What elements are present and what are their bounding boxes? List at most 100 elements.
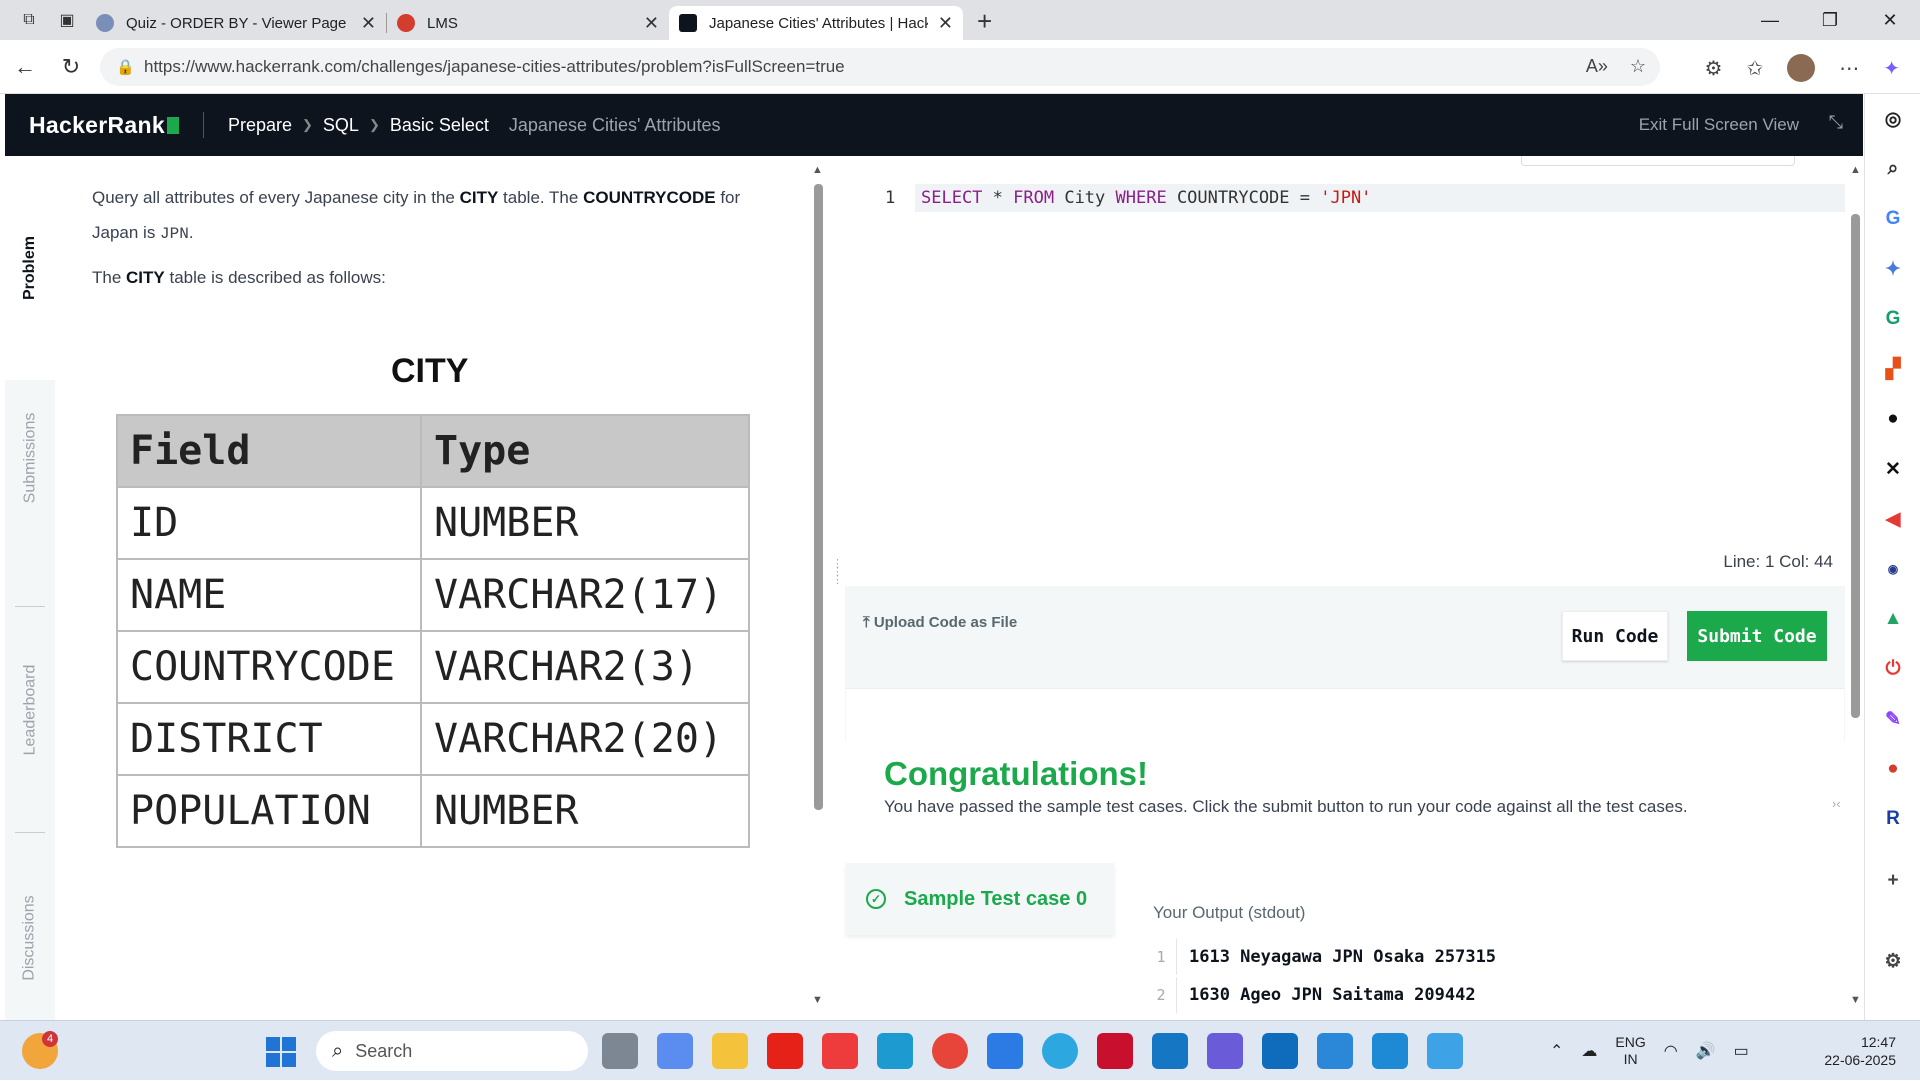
code-line[interactable]: SELECT * FROM City WHERE COUNTRYCODE = '… (915, 184, 1845, 212)
google-icon[interactable]: G (1865, 194, 1920, 244)
taskbar-search[interactable]: ⌕ Search (316, 1031, 588, 1071)
maps-icon[interactable] (1152, 1033, 1188, 1069)
start-button[interactable] (266, 1037, 296, 1067)
add-sidebar-icon[interactable]: + (1865, 856, 1920, 906)
paint-icon[interactable] (1427, 1033, 1463, 1069)
language-indicator[interactable]: ENG IN (1615, 1034, 1645, 1068)
r-app-icon[interactable]: R (1865, 794, 1920, 844)
scroll-down-icon[interactable]: ▼ (1850, 994, 1861, 1006)
pen-app-icon[interactable]: ✎ (1865, 694, 1920, 744)
browser-tab-quiz[interactable]: Quiz - ORDER BY - Viewer Page | I ✕ (86, 6, 386, 40)
collapse-fullscreen-icon[interactable]: ⤡ (1829, 112, 1843, 133)
chevron-right-icon: ❯ (368, 117, 380, 132)
wifi-icon[interactable]: ◠ (1664, 1041, 1678, 1061)
breadcrumb-basic-select[interactable]: Basic Select (390, 115, 489, 136)
edge-icon[interactable] (877, 1033, 913, 1069)
tab-problem[interactable]: Problem (5, 156, 55, 380)
office-icon[interactable]: ▞ (1865, 344, 1920, 394)
more-menu-icon[interactable]: ⋯ (1839, 56, 1859, 81)
settings-gear-icon[interactable]: ⚙ (1865, 936, 1920, 986)
exit-fullscreen-link[interactable]: Exit Full Screen View (1639, 115, 1799, 135)
tab-submissions[interactable]: Submissions (5, 380, 55, 536)
tab-leaderboard[interactable]: Leaderboard (5, 626, 55, 794)
gemini-icon[interactable]: ✦ (1865, 244, 1920, 294)
taskbar-clock[interactable]: 12:47 22-06-2025 (1824, 1033, 1896, 1069)
profile-avatar[interactable] (1787, 54, 1816, 82)
expand-panel-icon[interactable]: ›‹ (1832, 796, 1841, 811)
upload-code-button[interactable]: ⤒ Upload Code as File (863, 614, 1017, 631)
close-tab-icon[interactable]: ✕ (644, 13, 659, 34)
editor-scrollbar[interactable]: ▲ ▼ (1848, 160, 1864, 1020)
favorite-star-icon[interactable]: ☆ (1630, 56, 1646, 77)
mic-app-icon[interactable]: ◉ (1865, 544, 1920, 594)
refresh-icon[interactable]: ↻ (48, 54, 94, 80)
language-select[interactable] (1521, 156, 1795, 166)
scrollbar-thumb[interactable] (1851, 214, 1860, 718)
chatgpt-icon[interactable]: ◎ (1865, 94, 1920, 144)
lms-sidebar-icon[interactable]: ● (1865, 744, 1920, 794)
help-icon[interactable] (1042, 1033, 1078, 1069)
drive-icon[interactable]: ▲ (1865, 594, 1920, 644)
power-app-icon[interactable]: ⏻ (1865, 644, 1920, 694)
maximize-icon[interactable]: ❐ (1800, 0, 1860, 40)
chevron-up-icon[interactable]: ⌃ (1550, 1041, 1563, 1061)
new-tab-button[interactable]: + (977, 6, 992, 37)
breadcrumb-prepare[interactable]: Prepare (228, 115, 292, 136)
file-explorer-icon[interactable] (712, 1033, 748, 1069)
browser-tab-bar: ⧉ ▣ Quiz - ORDER BY - Viewer Page | I ✕ … (0, 0, 1920, 40)
workspaces-icon[interactable]: ⧉ (10, 0, 48, 40)
read-aloud-icon[interactable]: A» (1586, 56, 1608, 77)
extensions-icon[interactable]: ⚙ (1705, 56, 1723, 81)
scroll-down-icon[interactable]: ▼ (812, 994, 823, 1006)
grammarly-icon[interactable]: G (1865, 294, 1920, 344)
problem-description: Query all attributes of every Japanese c… (92, 188, 741, 243)
github-icon[interactable]: ● (1865, 394, 1920, 444)
onedrive-icon[interactable]: ☁ (1581, 1041, 1597, 1061)
check-circle-icon: ✓ (866, 889, 886, 909)
task-view-icon[interactable] (602, 1033, 638, 1069)
arrow-app-icon[interactable]: ◀ (1865, 494, 1920, 544)
x-icon[interactable]: ✕ (1865, 444, 1920, 494)
sample-test-case-tab[interactable]: ✓ Sample Test case 0 (846, 863, 1114, 935)
problem-scrollbar[interactable]: ▲ ▼ (810, 160, 826, 1020)
scrollbar-thumb[interactable] (814, 184, 823, 810)
minimize-icon[interactable]: — (1740, 0, 1800, 40)
youtube-icon[interactable] (767, 1033, 803, 1069)
lock-icon[interactable]: 🔒 (116, 58, 135, 76)
copilot-app-icon[interactable] (657, 1033, 693, 1069)
vscode-icon[interactable] (1372, 1033, 1408, 1069)
store-icon[interactable] (987, 1033, 1023, 1069)
mcafee-icon[interactable] (1097, 1033, 1133, 1069)
copilot-icon[interactable]: ✦ (1883, 56, 1900, 81)
vertical-tabs-icon[interactable]: ▣ (48, 0, 86, 40)
outlook-icon[interactable] (1262, 1033, 1298, 1069)
scroll-up-icon[interactable]: ▲ (812, 164, 823, 176)
code-editor[interactable]: 1 SELECT * FROM City WHERE COUNTRYCODE =… (845, 156, 1845, 742)
browser-tab-hackerrank[interactable]: Japanese Cities' Attributes | Hacke ✕ (669, 6, 963, 40)
close-tab-icon[interactable]: ✕ (361, 13, 376, 34)
close-window-icon[interactable]: ✕ (1860, 0, 1920, 40)
url-field[interactable]: 🔒 https://www.hackerrank.com/challenges/… (100, 48, 1660, 86)
breadcrumb-sql[interactable]: SQL (323, 115, 359, 136)
battery-icon[interactable]: ▭ (1734, 1041, 1749, 1061)
submit-code-button[interactable]: Submit Code (1687, 611, 1827, 661)
search-icon[interactable]: ⌕ (1865, 144, 1920, 194)
volume-icon[interactable]: 🔊 (1696, 1041, 1716, 1061)
panel-resize-handle[interactable]: ⋮ ⋮ ⋮ (832, 559, 843, 586)
url-actions: A» ☆ (1586, 56, 1646, 77)
hackerrank-logo[interactable]: HackerRank (29, 112, 179, 139)
outlook-new-icon[interactable] (1317, 1033, 1353, 1069)
tab-divider (15, 832, 45, 833)
close-tab-icon[interactable]: ✕ (938, 13, 953, 34)
scroll-up-icon[interactable]: ▲ (1850, 164, 1861, 176)
browser-tab-lms[interactable]: LMS ✕ (387, 6, 669, 40)
chrome-icon[interactable] (932, 1033, 968, 1069)
back-icon[interactable]: ← (2, 54, 48, 80)
dev-app-icon[interactable] (1207, 1033, 1243, 1069)
output-line: 2 1630 Ageo JPN Saitama 209442 (1146, 977, 1476, 1013)
tab-discussions[interactable]: Discussions (5, 856, 55, 1020)
result-title: Congratulations! (884, 755, 1148, 792)
run-code-button[interactable]: Run Code (1562, 611, 1668, 661)
favorites-icon[interactable]: ✩ (1746, 56, 1763, 81)
red-app-icon[interactable] (822, 1033, 858, 1069)
